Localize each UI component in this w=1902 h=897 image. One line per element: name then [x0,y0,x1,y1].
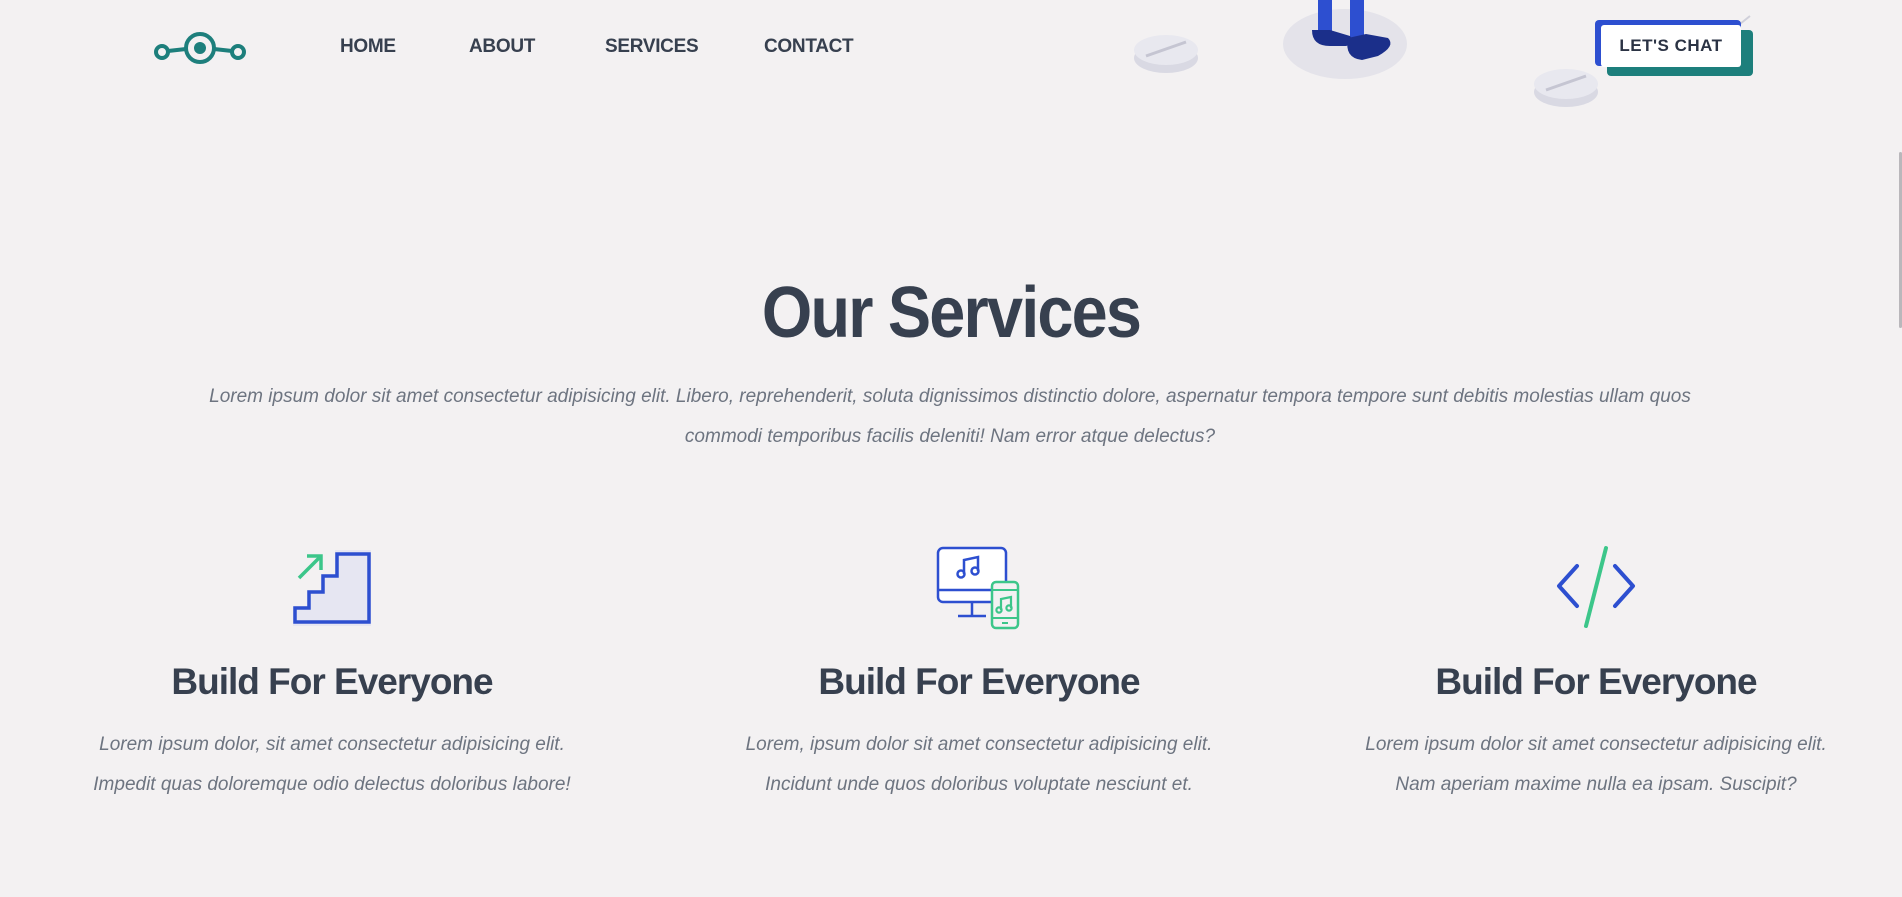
service-card-text: Lorem ipsum dolor, sit amet consectetur … [52,725,612,805]
services-title: Our Services [761,273,1142,353]
service-card-line: Nam aperiam maxime nulla ea ipsam. Susci… [1395,774,1797,795]
service-card-title: Build For Everyone [818,661,1140,702]
pill-illustration [1534,69,1598,107]
service-card: Build For Everyone Lorem, ipsum dolor si… [699,544,1259,795]
services-intro-line: commodi temporibus facilis deleniti! Nam… [684,426,1216,447]
lets-chat-button[interactable]: LET'S CHAT [1601,25,1741,67]
site-header: HOME ABOUT SERVICES CONTACT LET'S CHAT [0,0,1902,110]
service-card: Build For Everyone Lorem ipsum dolor, si… [52,544,612,795]
nav-link-services[interactable]: SERVICES [605,36,699,58]
code-brackets-icon [1557,546,1635,628]
nav-link-about[interactable]: ABOUT [469,36,535,58]
service-card-line: Lorem ipsum dolor, sit amet consectetur … [99,734,565,755]
services-intro: Lorem ipsum dolor sit amet consectetur a… [200,377,1700,457]
service-card-line: Lorem, ipsum dolor sit amet consectetur … [745,734,1213,755]
multi-device-music-icon [936,546,1020,630]
stairs-growth-icon [293,550,371,626]
service-card: Build For Everyone Lorem ipsum dolor sit… [1316,544,1876,795]
service-card-line: Impedit quas doloremque odio delectus do… [93,774,571,795]
service-card-title: Build For Everyone [1435,661,1757,702]
services-intro-line: Lorem ipsum dolor sit amet consectetur a… [209,386,1691,407]
service-card-text: Lorem, ipsum dolor sit amet consectetur … [699,725,1259,805]
service-card-line: Incidunt unde quos doloribus voluptate n… [765,774,1193,795]
chat-button-group: LET'S CHAT [1595,20,1755,78]
nav-link-contact[interactable]: CONTACT [764,36,854,58]
service-card-title: Build For Everyone [171,661,493,702]
service-card-line: Lorem ipsum dolor sit amet consectetur a… [1365,734,1827,755]
service-card-text: Lorem ipsum dolor sit amet consectetur a… [1316,725,1876,805]
nav-link-home[interactable]: HOME [340,36,396,58]
